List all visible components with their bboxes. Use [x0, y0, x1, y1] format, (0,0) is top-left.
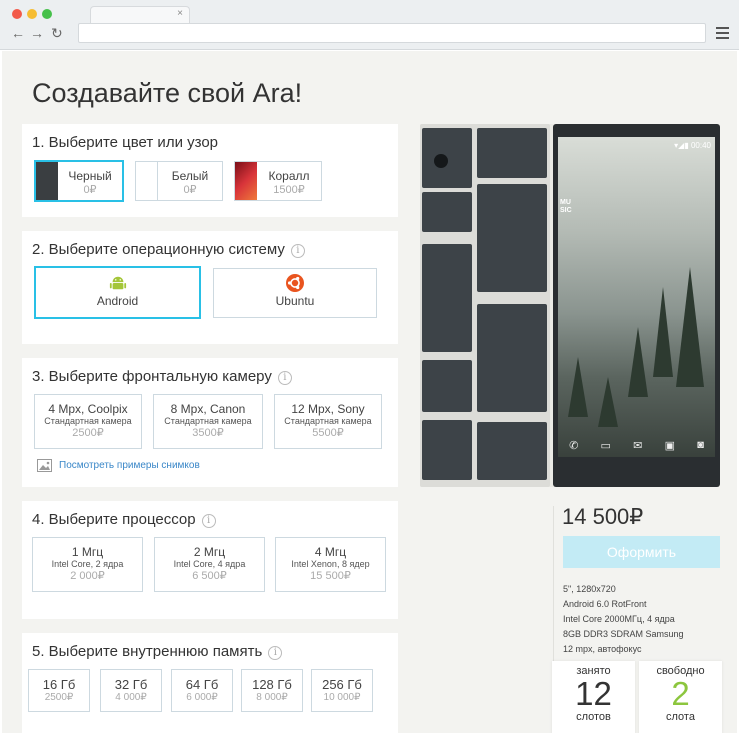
android-icon [109, 276, 126, 290]
divider [553, 506, 554, 676]
browser-tab[interactable]: × [90, 6, 190, 23]
minimize-window-button[interactable] [27, 9, 37, 19]
memory-section: 5. Выберите внутреннюю память i 16 Гб 250… [22, 633, 398, 733]
spec-item: 5", 1280x720 [563, 584, 616, 594]
music-widget: MU SIC [560, 199, 572, 214]
memory-option-32[interactable]: 32 Гб 4 000₽ [100, 669, 162, 712]
color-option-coral[interactable]: Коралл 1500₽ [234, 161, 322, 201]
info-icon[interactable]: i [290, 244, 305, 258]
module-camera [422, 128, 472, 188]
memory-option-128[interactable]: 128 Гб 8 000₽ [241, 669, 303, 712]
info-icon[interactable]: i [277, 371, 292, 385]
browser-chrome: × ← → ↻ [0, 0, 739, 50]
module [477, 304, 547, 412]
phone-back [420, 124, 550, 487]
phone-status-bar: ▾◢▮ 00:40 [674, 141, 711, 150]
cpu-option-3[interactable]: 4 Мгц Intel Xenon, 8 ядер 15 500₽ [275, 537, 386, 592]
module [477, 422, 547, 480]
module [422, 244, 472, 352]
section-title: 1. Выберите цвет или узор [32, 134, 219, 151]
module [422, 192, 472, 232]
phone-clock: 00:40 [690, 141, 711, 150]
cpu-option-2[interactable]: 2 Мгц Intel Core, 4 ядра 6 500₽ [154, 537, 265, 592]
phone-screen: ▾◢▮ 00:40 MU SIC ✆ ▭ ✉ ▣ ◙ [558, 137, 715, 457]
os-option-android[interactable]: Android [34, 266, 201, 319]
specs-list: 5", 1280x720 Android 6.0 RotFront Intel … [563, 582, 684, 657]
memory-option-16[interactable]: 16 Гб 2500₽ [28, 669, 90, 712]
os-section: 2. Выберите операционную систему i Androi… [22, 231, 398, 344]
phone-dock: ✆ ▭ ✉ ▣ ◙ [558, 433, 715, 457]
color-swatch [136, 162, 158, 200]
camera-section: 3. Выберите фронтальную камеру i 4 Mpx, C… [22, 358, 398, 487]
section-title: 3. Выберите фронтальную камеру i [32, 368, 292, 385]
free-slots: свободно 2 слота [639, 661, 722, 733]
module [422, 420, 472, 480]
maximize-window-button[interactable] [42, 9, 52, 19]
total-price: 14 500₽ [562, 504, 644, 529]
gallery-icon: ▣ [664, 439, 676, 452]
module [477, 184, 547, 292]
spec-item: Intel Core 2000МГц, 4 ядра [563, 614, 675, 624]
hamburger-menu-icon[interactable] [716, 27, 729, 42]
ubuntu-icon [286, 274, 304, 292]
page-title: Создавайте свой Ara! [32, 78, 303, 108]
spec-item: 8GB DDR3 SDRAM Samsung [563, 629, 684, 639]
samples-link-row[interactable]: Посмотреть примеры снимков [37, 459, 200, 472]
samples-link[interactable]: Посмотреть примеры снимков [59, 460, 200, 471]
occupied-slots: занято 12 слотов [552, 661, 635, 733]
color-option-black[interactable]: Черный 0₽ [34, 160, 124, 202]
image-icon [37, 459, 52, 472]
close-window-button[interactable] [12, 9, 22, 19]
cpu-section: 4. Выберите процессор i 1 Мгц Intel Core,… [22, 501, 398, 619]
phone-front: ▾◢▮ 00:40 MU SIC ✆ ▭ ✉ ▣ ◙ [553, 124, 720, 487]
tab-close-icon[interactable]: × [177, 8, 183, 19]
os-option-ubuntu[interactable]: Ubuntu [213, 268, 377, 318]
back-icon[interactable]: ← [11, 26, 25, 40]
module [422, 360, 472, 412]
section-title: 5. Выберите внутреннюю память i [32, 643, 283, 660]
chat-icon: ▭ [600, 439, 611, 452]
color-swatch [36, 162, 58, 200]
section-title: 4. Выберите процессор i [32, 511, 216, 528]
forward-icon[interactable]: → [30, 26, 44, 40]
page: Создавайте свой Ara! 1. Выберите цвет ил… [2, 51, 737, 733]
color-swatch [235, 162, 257, 200]
spec-item: Android 6.0 RotFront [563, 599, 647, 609]
phone-preview: ▾◢▮ 00:40 MU SIC ✆ ▭ ✉ ▣ ◙ [420, 124, 720, 487]
color-section: 1. Выберите цвет или узор Черный 0₽ Белы… [22, 124, 398, 217]
info-icon[interactable]: i [201, 514, 216, 528]
info-icon[interactable]: i [268, 646, 283, 660]
signal-icon: ▾◢▮ [674, 141, 689, 150]
camera-option-canon[interactable]: 8 Mpx, Canon Стандартная камера 3500₽ [153, 394, 263, 449]
mail-icon: ✉ [633, 439, 643, 452]
order-button[interactable]: Оформить [563, 536, 720, 568]
module [477, 128, 547, 178]
spec-item: 12 mpx, автофокус [563, 644, 642, 654]
memory-option-256[interactable]: 256 Гб 10 000₽ [311, 669, 373, 712]
address-bar[interactable] [78, 23, 706, 43]
cpu-option-1[interactable]: 1 Мгц Intel Core, 2 ядра 2 000₽ [32, 537, 143, 592]
memory-option-64[interactable]: 64 Гб 6 000₽ [171, 669, 233, 712]
reload-icon[interactable]: ↻ [51, 26, 63, 40]
camera-icon: ◙ [697, 439, 704, 451]
camera-option-coolpix[interactable]: 4 Mpx, Coolpix Стандартная камера 2500₽ [34, 394, 142, 449]
phone-icon: ✆ [569, 439, 579, 452]
camera-option-sony[interactable]: 12 Mpx, Sony Стандартная камера 5500₽ [274, 394, 382, 449]
section-title: 2. Выберите операционную систему i [32, 241, 305, 258]
color-option-white[interactable]: Белый 0₽ [135, 161, 223, 201]
camera-lens-icon [434, 154, 448, 168]
